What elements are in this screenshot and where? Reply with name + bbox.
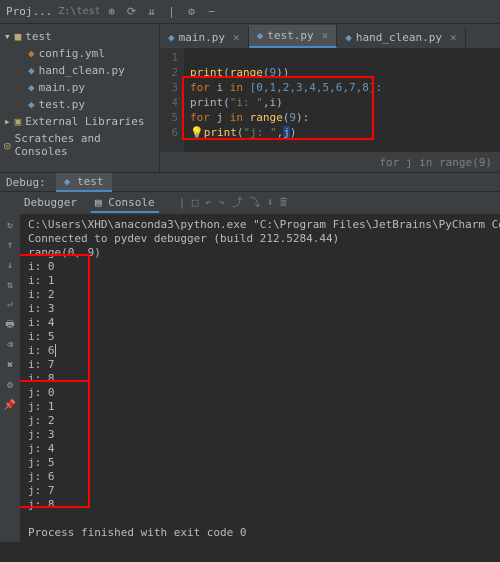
- console-line: j: 4: [28, 442, 492, 456]
- console-line: j: 7: [28, 484, 492, 498]
- py-icon: ◆: [345, 31, 352, 44]
- chevron-down-icon: ▾: [4, 30, 11, 43]
- file-icon: ◆: [28, 81, 35, 94]
- console-line: range(0, 9): [28, 246, 492, 260]
- lib-icon: ▣: [15, 115, 22, 128]
- down-icon[interactable]: ↓: [3, 258, 17, 272]
- py-icon: ◆: [64, 175, 77, 188]
- target-icon[interactable]: ⊕: [105, 5, 119, 19]
- bulb-icon[interactable]: 💡: [190, 126, 204, 139]
- editor-tabs: ◆main.py× ◆test.py× ◆hand_clean.py×: [160, 24, 500, 48]
- console-line: j: 5: [28, 456, 492, 470]
- console-line: j: 6: [28, 470, 492, 484]
- debug-toolbar: Debugger ▤ Console | □ ↶ ↷ ⤴ ⤵ ⬇ 🖩: [0, 192, 500, 214]
- mute-icon[interactable]: ✖: [3, 358, 17, 372]
- tree-file-label: config.yml: [39, 47, 105, 60]
- pin-icon[interactable]: 📌: [3, 398, 17, 412]
- debug-run-config[interactable]: ◆ test: [56, 173, 112, 192]
- close-icon[interactable]: ×: [233, 31, 240, 44]
- close-icon[interactable]: ×: [322, 29, 329, 42]
- tree-scratches[interactable]: ◎ Scratches and Consoles: [0, 130, 159, 160]
- console-line: Connected to pydev debugger (build 212.5…: [28, 232, 492, 246]
- console-line: i: 3: [28, 302, 492, 316]
- folder-icon: ■: [15, 30, 22, 43]
- console-line: [28, 512, 492, 526]
- file-icon: ◆: [28, 98, 35, 111]
- file-icon: ◆: [28, 47, 35, 60]
- tree-root-label: test: [25, 30, 52, 43]
- tree-file-label: main.py: [39, 81, 85, 94]
- gear-icon[interactable]: ⚙: [185, 5, 199, 19]
- tree-file[interactable]: ◆ hand_clean.py: [0, 62, 159, 79]
- chevron-right-icon: ▸: [4, 115, 11, 128]
- step-tools[interactable]: | □ ↶ ↷ ⤴ ⤵ ⬇ 🖩: [179, 194, 287, 213]
- scratch-icon: ◎: [4, 139, 11, 152]
- debug-panel-header: Debug: ◆ test: [0, 172, 500, 192]
- tree-file[interactable]: ◆ config.yml: [0, 45, 159, 62]
- breadcrumb[interactable]: for j in range(9): [160, 152, 500, 172]
- tab-hand-clean[interactable]: ◆ hand_clean.py ×: [337, 27, 465, 48]
- console-output[interactable]: C:\Users\XHD\anaconda3\python.exe "C:\Pr…: [20, 214, 500, 542]
- clear-icon[interactable]: ⌫: [3, 338, 17, 352]
- console-line: i: 4: [28, 316, 492, 330]
- debug-label: Debug:: [6, 176, 46, 189]
- console-line: i: 1: [28, 274, 492, 288]
- line-gutter: 123456: [160, 48, 184, 152]
- console-line: i: 6: [28, 344, 492, 358]
- tab-label: hand_clean.py: [356, 31, 442, 44]
- console-line: i: 0: [28, 260, 492, 274]
- console-line: i: 5: [28, 330, 492, 344]
- project-tree[interactable]: ▾ ■test ◆ config.yml ◆ hand_clean.py ◆ main.…: [0, 24, 160, 172]
- console-line: j: 1: [28, 400, 492, 414]
- tab-test[interactable]: ◆test.py ×: [249, 25, 338, 48]
- console-line: i: 8: [28, 372, 492, 386]
- up-icon[interactable]: ↑: [3, 238, 17, 252]
- hide-icon[interactable]: −: [205, 5, 219, 19]
- divider-icon: |: [165, 5, 179, 19]
- console-sidebar: ↻ ↑ ↓ ⇅ ⏎ 🖶 ⌫ ✖ ⚙ 📌: [0, 214, 20, 542]
- console-line: j: 3: [28, 428, 492, 442]
- tree-external[interactable]: ▸ ▣External Libraries: [0, 113, 159, 130]
- code-editor[interactable]: 123456 print(range(9)) for i in [0,1,2,3…: [160, 48, 500, 152]
- rerun-icon[interactable]: ↻: [3, 218, 17, 232]
- console-tab[interactable]: ▤ Console: [91, 194, 159, 213]
- console-line: j: 0: [28, 386, 492, 400]
- close-icon[interactable]: ×: [450, 31, 457, 44]
- console-line: j: 2: [28, 414, 492, 428]
- filter-icon[interactable]: ⇅: [3, 278, 17, 292]
- settings-icon[interactable]: ⚙: [3, 378, 17, 392]
- py-icon: ◆: [168, 31, 175, 44]
- console-exit: Process finished with exit code 0: [28, 526, 492, 540]
- tree-file[interactable]: ◆ test.py: [0, 96, 159, 113]
- console-icon: ▤: [95, 196, 108, 209]
- tab-label: test.py: [267, 29, 313, 42]
- wrap-icon[interactable]: ⏎: [3, 298, 17, 312]
- console-line: C:\Users\XHD\anaconda3\python.exe "C:\Pr…: [28, 218, 492, 232]
- tree-root[interactable]: ▾ ■test: [0, 28, 159, 45]
- tree-label: Scratches and Consoles: [15, 132, 155, 158]
- code-content[interactable]: print(range(9)) for i in [0,1,2,3,4,5,6,…: [184, 48, 500, 152]
- tree-file-label: test.py: [39, 98, 85, 111]
- project-dropdown[interactable]: Proj...: [0, 5, 58, 18]
- console-line: j: 8: [28, 498, 492, 512]
- tree-file-label: hand_clean.py: [39, 64, 125, 77]
- py-icon: ◆: [257, 29, 264, 42]
- refresh-icon[interactable]: ⟳: [125, 5, 139, 19]
- console-line: i: 7: [28, 358, 492, 372]
- file-icon: ◆: [28, 64, 35, 77]
- print-icon[interactable]: 🖶: [3, 318, 17, 332]
- tree-file[interactable]: ◆ main.py: [0, 79, 159, 96]
- console-line: i: 2: [28, 288, 492, 302]
- tree-label: External Libraries: [25, 115, 144, 128]
- collapse-icon[interactable]: ⇊: [145, 5, 159, 19]
- top-toolbar: Proj... Z:\test ⊕ ⟳ ⇊ | ⚙ −: [0, 0, 500, 24]
- tab-main[interactable]: ◆ main.py ×: [160, 27, 249, 48]
- project-path: Z:\test: [58, 6, 100, 17]
- debugger-tab[interactable]: Debugger: [20, 194, 81, 213]
- tab-label: main.py: [179, 31, 225, 44]
